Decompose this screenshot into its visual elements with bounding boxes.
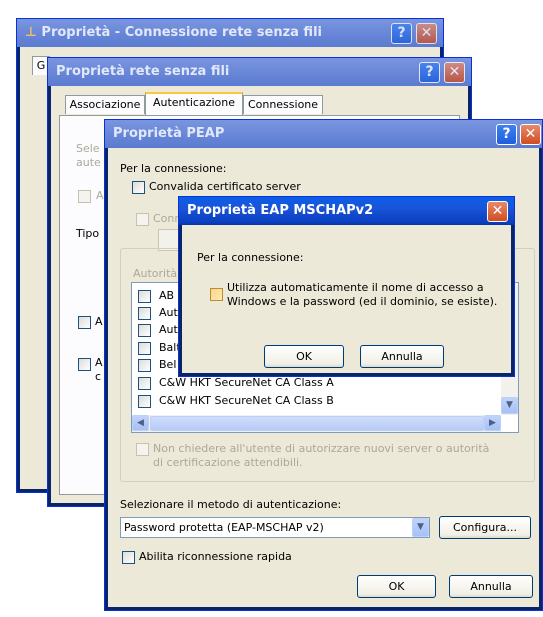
- auto-logon-label-line2: Windows e la password (ed il dominio, se…: [227, 295, 498, 308]
- checkbox[interactable]: [138, 359, 151, 372]
- eap-method-value: Password protetta (EAP-MSCHAP v2): [124, 521, 324, 534]
- chevron-down-icon: ▼: [417, 522, 424, 532]
- authorities-label-fragment: Autorità: [133, 267, 178, 280]
- auto-logon-label-line1: Utilizza automaticamente il nome di acce…: [227, 281, 484, 294]
- window-mschapv2-properties: Proprietà EAP MSCHAPv2 ✕ Per la connessi…: [178, 196, 515, 377]
- window-title: Proprietà EAP MSCHAPv2: [187, 203, 374, 218]
- titlebar[interactable]: ⊥ Proprietà - Connessione rete senza fil…: [17, 19, 443, 47]
- checkbox-label-fragment: A: [96, 189, 104, 202]
- titlebar[interactable]: Proprietà EAP MSCHAPv2: [179, 197, 514, 225]
- close-button[interactable]: ✕: [520, 124, 541, 145]
- validate-cert-checkbox[interactable]: [132, 181, 145, 194]
- checkbox[interactable]: [138, 324, 151, 337]
- fast-reconnect-label: Abilita riconnessione rapida: [139, 550, 292, 563]
- description-fragment: aute: [76, 156, 101, 169]
- validate-cert-label: Convalida certificato server: [149, 180, 301, 193]
- help-icon: ?: [502, 126, 511, 142]
- cancel-button[interactable]: Annulla: [360, 345, 444, 368]
- tab-authentication[interactable]: Autenticazione: [145, 92, 243, 115]
- network-icon: ⊥: [25, 25, 37, 40]
- no-prompt-label: Non chiedere all'utente di autorizzare n…: [153, 442, 490, 455]
- dropdown-button[interactable]: ▼: [412, 518, 429, 537]
- checkbox-disabled[interactable]: [78, 190, 91, 203]
- tab-association[interactable]: Associazione: [65, 95, 145, 114]
- ca-name: C&W HKT SecureNet CA Class A: [159, 376, 334, 389]
- ca-name: AB: [159, 289, 175, 302]
- connect-checkbox[interactable]: [136, 213, 149, 226]
- window-title: Proprietà rete senza fili: [56, 64, 230, 79]
- eap-method-select[interactable]: Password protetta (EAP-MSCHAP v2) ▼: [120, 517, 430, 538]
- titlebar[interactable]: Proprietà PEAP: [105, 120, 542, 148]
- close-icon: ✕: [420, 25, 433, 41]
- eap-type-label: Tipo: [76, 227, 100, 240]
- chevron-left-icon: ◀: [137, 418, 144, 428]
- close-icon: ✕: [524, 126, 537, 142]
- checkbox[interactable]: [138, 290, 151, 303]
- configure-button[interactable]: Configura...: [439, 516, 531, 539]
- checkbox[interactable]: [78, 316, 91, 329]
- titlebar[interactable]: Proprietà rete senza fili: [48, 58, 471, 86]
- scroll-right-button[interactable]: ▶: [484, 415, 501, 431]
- ok-button[interactable]: OK: [357, 575, 436, 598]
- help-button[interactable]: ?: [391, 23, 412, 44]
- checkbox-label-fragment: A: [95, 315, 103, 328]
- tab-connection[interactable]: Connessione: [243, 95, 323, 114]
- window-title: Proprietà PEAP: [113, 126, 225, 141]
- help-icon: ?: [397, 25, 406, 41]
- cancel-button[interactable]: Annulla: [449, 575, 533, 598]
- select-method-label: Selezionare il metodo di autenticazione:: [120, 498, 342, 511]
- for-connection-label: Per la connessione:: [120, 162, 227, 175]
- close-button[interactable]: ✕: [487, 201, 508, 222]
- fast-reconnect-checkbox[interactable]: [122, 551, 135, 564]
- checkbox[interactable]: [78, 358, 91, 371]
- ok-button[interactable]: OK: [264, 345, 344, 368]
- no-prompt-label-line2: di certificazione attendibili.: [153, 456, 303, 469]
- close-button[interactable]: ✕: [444, 62, 465, 83]
- help-button[interactable]: ?: [496, 124, 517, 145]
- scroll-thumb[interactable]: [150, 416, 484, 431]
- window-client: Per la connessione: Utilizza automaticam…: [182, 225, 511, 373]
- checkbox[interactable]: [138, 377, 151, 390]
- window-title: Proprietà - Connessione rete senza fili: [41, 25, 322, 40]
- ca-name: Aut: [159, 306, 178, 319]
- auto-logon-checkbox[interactable]: [210, 288, 223, 301]
- checkbox[interactable]: [138, 307, 151, 320]
- checkbox-label-fragment: A: [95, 356, 103, 369]
- close-button[interactable]: ✕: [416, 23, 437, 44]
- help-button[interactable]: ?: [419, 62, 440, 83]
- scroll-down-button[interactable]: ▼: [501, 397, 518, 414]
- no-prompt-checkbox[interactable]: [136, 443, 149, 456]
- close-icon: ✕: [491, 203, 504, 219]
- chevron-right-icon: ▶: [489, 418, 496, 428]
- close-icon: ✕: [448, 64, 461, 80]
- checkbox-label-fragment: c: [95, 370, 102, 383]
- chevron-down-icon: ▼: [506, 400, 513, 410]
- scroll-left-button[interactable]: ◀: [132, 415, 149, 431]
- for-connection-label: Per la connessione:: [197, 251, 304, 264]
- checkbox[interactable]: [138, 395, 151, 408]
- ca-name: C&W HKT SecureNet CA Class B: [159, 394, 334, 407]
- ca-name: Bel: [159, 358, 177, 371]
- ca-name: Aut: [159, 323, 178, 336]
- checkbox[interactable]: [138, 342, 151, 355]
- description-fragment: Sele: [76, 142, 100, 155]
- help-icon: ?: [425, 64, 434, 80]
